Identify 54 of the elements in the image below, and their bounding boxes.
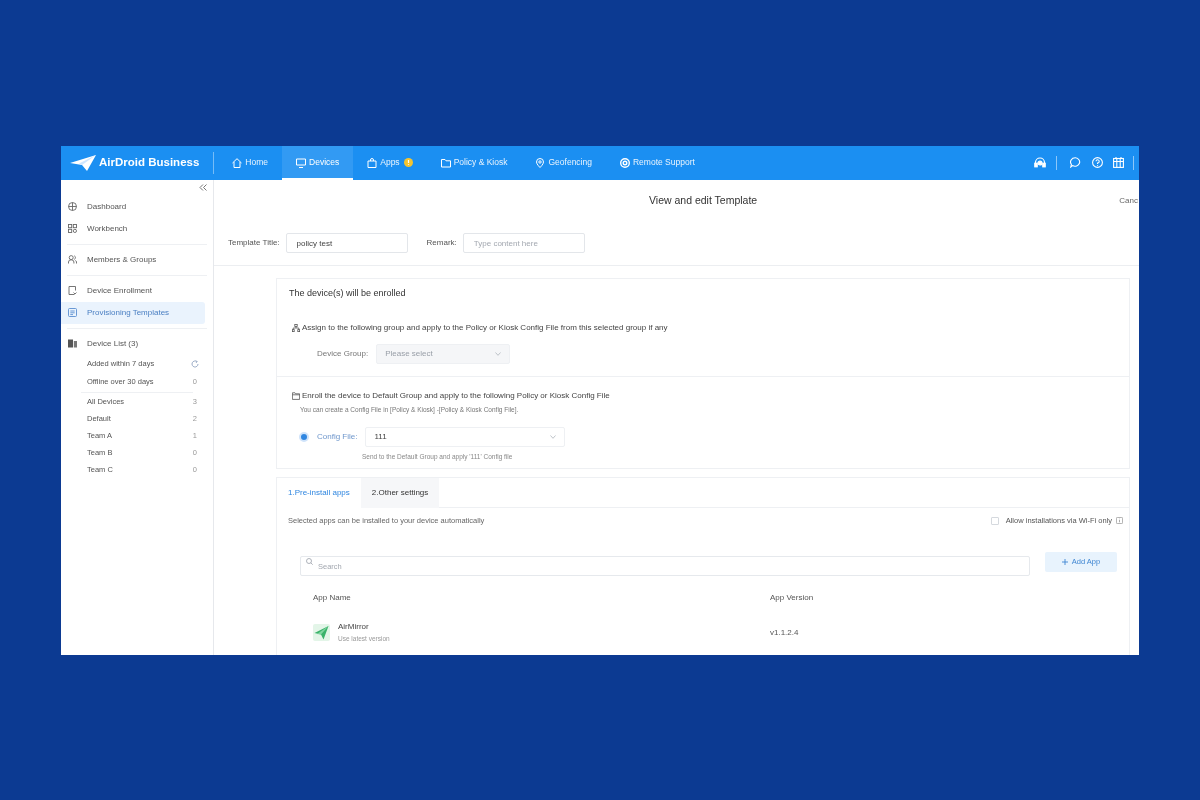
grid-icon bbox=[68, 224, 77, 233]
circle-cross-icon bbox=[68, 202, 77, 211]
cancel-link[interactable]: Canc bbox=[1119, 194, 1139, 207]
input-field[interactable]: policy test bbox=[285, 233, 408, 253]
help-icon[interactable] bbox=[1092, 157, 1103, 168]
checkbox[interactable] bbox=[990, 516, 999, 525]
devices-icon bbox=[68, 339, 77, 348]
folder-icon bbox=[440, 157, 451, 168]
folder-icon bbox=[292, 391, 300, 400]
refresh-icon[interactable] bbox=[191, 359, 199, 368]
sidebar-item[interactable]: Device List (3) bbox=[61, 332, 205, 355]
tab[interactable]: 2.Other settings bbox=[360, 477, 440, 508]
radio-button[interactable] bbox=[299, 431, 309, 442]
bag-icon bbox=[367, 157, 378, 168]
option-text: Assign to the following group and apply to the Policy or Kiosk Config File from this selected group if any bbox=[302, 321, 668, 334]
field-label: Remark: bbox=[426, 237, 457, 249]
home-icon bbox=[232, 157, 243, 168]
option-text: Enroll the device to Default Group and apply to the following Policy or Kiosk Config File bbox=[302, 389, 610, 402]
hierarchy-icon bbox=[292, 323, 300, 332]
field-label: Template Title: bbox=[228, 237, 280, 249]
sidebar-item[interactable]: Members & Groups bbox=[61, 248, 205, 271]
headset-icon[interactable] bbox=[1034, 156, 1046, 169]
chevron-down-icon bbox=[495, 351, 502, 356]
sidebar-item[interactable]: Workbench bbox=[61, 217, 205, 240]
sidebar-item[interactable]: Provisioning Templates bbox=[61, 301, 205, 324]
app-name: AirMirror bbox=[338, 622, 370, 632]
page-title: View and edit Template bbox=[649, 192, 758, 208]
sidebar-item[interactable]: Dashboard bbox=[61, 195, 205, 218]
calendar-icon[interactable] bbox=[1113, 157, 1124, 168]
ring-icon bbox=[619, 157, 630, 168]
input-field[interactable]: Type content here bbox=[462, 233, 585, 253]
field-label: Device Group: bbox=[317, 347, 369, 360]
people-icon bbox=[68, 255, 77, 264]
collapse-icon[interactable] bbox=[199, 184, 207, 191]
info-icon[interactable] bbox=[1116, 517, 1123, 524]
logo-text: AirDroid Business bbox=[99, 154, 200, 170]
sidebar-item[interactable]: Device Enrollment bbox=[61, 279, 205, 302]
plane-logo-icon bbox=[70, 154, 96, 171]
column-header: App Name bbox=[313, 591, 351, 604]
device-icon bbox=[68, 286, 77, 295]
chat-bubble-icon[interactable] bbox=[1070, 157, 1081, 168]
tab[interactable]: 1.Pre-install apps bbox=[277, 477, 361, 508]
plus-icon bbox=[1061, 558, 1068, 565]
field-label: Config File: bbox=[317, 430, 358, 443]
monitor-icon bbox=[296, 157, 306, 168]
chevron-down-icon bbox=[550, 434, 557, 439]
pin-icon bbox=[535, 157, 546, 168]
section-heading: The device(s) will be enrolled bbox=[289, 287, 407, 300]
app-logo-icon bbox=[313, 624, 330, 641]
app-version: v1.1.2.4 bbox=[770, 626, 799, 639]
column-header: App Version bbox=[770, 591, 814, 604]
document-icon bbox=[68, 308, 77, 317]
search-icon bbox=[306, 558, 313, 565]
config-file-select[interactable]: 111 bbox=[365, 426, 566, 447]
